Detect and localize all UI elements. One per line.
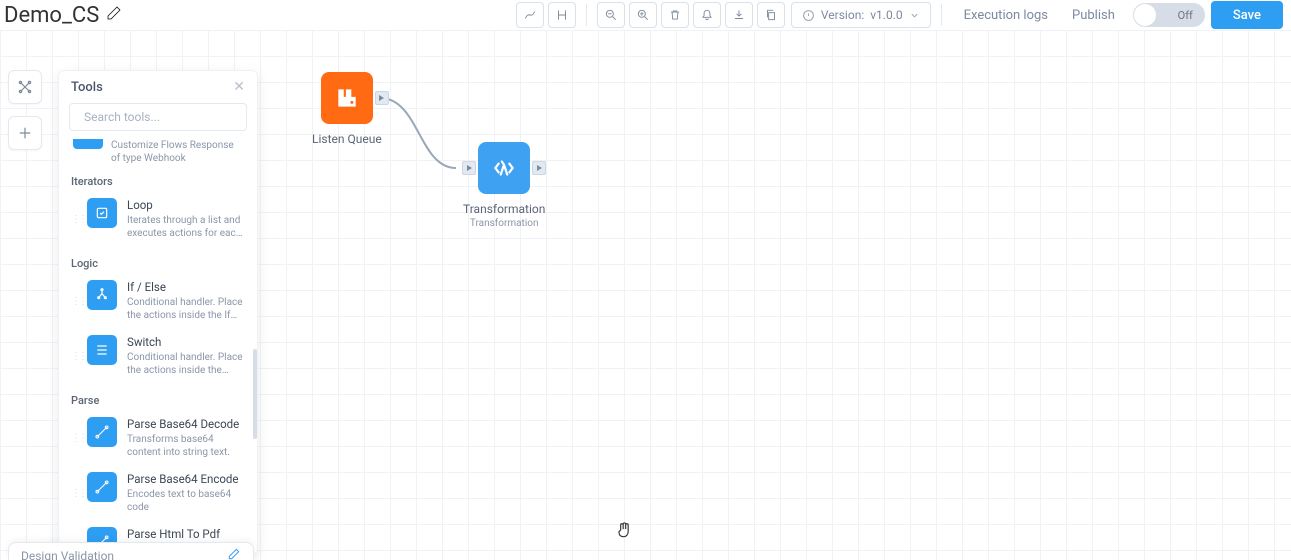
tools-panel: Tools ✕ Customize Flows Response of type… [58, 70, 258, 555]
loop-icon [87, 198, 117, 228]
edit-title-icon[interactable] [105, 4, 123, 26]
design-validation-label: Design Validation [21, 549, 114, 560]
tools-panel-close-icon[interactable]: ✕ [233, 79, 245, 95]
tool-name: Loop [127, 198, 245, 213]
delete-button[interactable] [661, 2, 689, 28]
download-button[interactable] [725, 2, 753, 28]
tool-desc: Encodes text to base64 code [127, 488, 245, 515]
node-input-port[interactable] [462, 161, 476, 175]
tool-item-parse-b64-encode[interactable]: Parse Base64 Encode Encodes text to base… [63, 466, 253, 521]
category-logic: Logic [63, 247, 253, 274]
tool-desc-partial: Customize Flows Response of type Webhook [111, 139, 245, 165]
publish-button[interactable]: Publish [1060, 2, 1127, 28]
node-label: Listen Queue [312, 132, 382, 146]
bell-button[interactable] [693, 2, 721, 28]
rabbitmq-icon [334, 85, 360, 111]
workflow-canvas[interactable]: Tools ✕ Customize Flows Response of type… [0, 30, 1291, 560]
transform-icon [87, 417, 117, 447]
toolbar-group [516, 2, 576, 28]
copy-button[interactable] [757, 2, 785, 28]
top-bar: Demo_CS Version: v1.0.0 Execution logs P… [0, 0, 1291, 30]
tools-search-input[interactable] [84, 110, 240, 124]
node-listen-queue[interactable]: Listen Queue [312, 72, 382, 146]
zoom-in-button[interactable] [629, 2, 657, 28]
tool-desc: Conditional handler. Place the actions i… [127, 296, 245, 323]
tool-item-loop[interactable]: Loop Iterates through a list and execute… [63, 192, 253, 247]
drag-handle-icon[interactable] [71, 280, 77, 323]
node-sublabel: Transformation [470, 218, 539, 229]
tool-name: If / Else [127, 280, 245, 295]
tools-rail-button[interactable] [8, 70, 42, 104]
tools-list[interactable]: Customize Flows Response of type Webhook… [59, 139, 257, 554]
tool-item-if-else[interactable]: If / Else Conditional handler. Place the… [63, 274, 253, 329]
category-iterators: Iterators [63, 165, 253, 192]
switch-icon [87, 335, 117, 365]
left-rail [8, 70, 42, 150]
drag-handle-icon[interactable] [71, 335, 77, 378]
tool-icon-partial [73, 139, 103, 149]
design-validation-bar[interactable]: Design Validation [8, 542, 254, 560]
separator [586, 4, 587, 26]
version-value: v1.0.0 [870, 8, 902, 22]
drag-handle-icon[interactable] [71, 472, 77, 515]
tools-search[interactable] [69, 103, 247, 131]
tool-name: Parse Html To Pdf [127, 527, 245, 542]
edge-listen-to-transform [374, 92, 464, 182]
toggle-knob [1134, 4, 1156, 26]
tool-item-parse-b64-decode[interactable]: Parse Base64 Decode Transforms base64 co… [63, 411, 253, 466]
lambda-icon [491, 155, 517, 181]
node-output-port[interactable] [375, 91, 389, 105]
tool-name: Switch [127, 335, 245, 350]
separator [941, 4, 942, 26]
chevron-down-icon [909, 10, 920, 21]
tool-desc: Transforms base64 content into string te… [127, 433, 245, 460]
tools-panel-title: Tools [71, 80, 103, 95]
node-label: Transformation [463, 202, 545, 216]
tool-name: Parse Base64 Decode [127, 417, 245, 432]
version-selector[interactable]: Version: v1.0.0 [791, 2, 931, 28]
node-transformation[interactable]: Transformation Transformation [463, 142, 545, 229]
tool-desc: Iterates through a list and executes act… [127, 214, 245, 241]
version-prefix: Version: [821, 8, 864, 22]
transform-icon [87, 472, 117, 502]
category-parse: Parse [63, 384, 253, 411]
enable-toggle[interactable]: Off [1133, 3, 1205, 27]
zoom-out-button[interactable] [597, 2, 625, 28]
save-button[interactable]: Save [1211, 1, 1283, 29]
page-title: Demo_CS [4, 3, 99, 28]
tool-desc: Conditional handler. Place the actions i… [127, 351, 245, 378]
branch-icon [87, 280, 117, 310]
execution-logs-button[interactable]: Execution logs [952, 2, 1060, 28]
drag-handle-icon[interactable] [71, 198, 77, 241]
drag-handle-icon[interactable] [71, 417, 77, 460]
node-output-port[interactable] [532, 161, 546, 175]
hand-cursor-icon [614, 520, 634, 544]
edit-icon [227, 546, 241, 560]
add-rail-button[interactable] [8, 116, 42, 150]
align-tool-button[interactable] [548, 2, 576, 28]
tool-name: Parse Base64 Encode [127, 472, 245, 487]
scrollbar-thumb[interactable] [253, 349, 257, 439]
tool-item-partial[interactable]: Customize Flows Response of type Webhook [63, 139, 253, 165]
curve-tool-button[interactable] [516, 2, 544, 28]
toggle-label: Off [1178, 9, 1193, 22]
tool-item-switch[interactable]: Switch Conditional handler. Place the ac… [63, 329, 253, 384]
